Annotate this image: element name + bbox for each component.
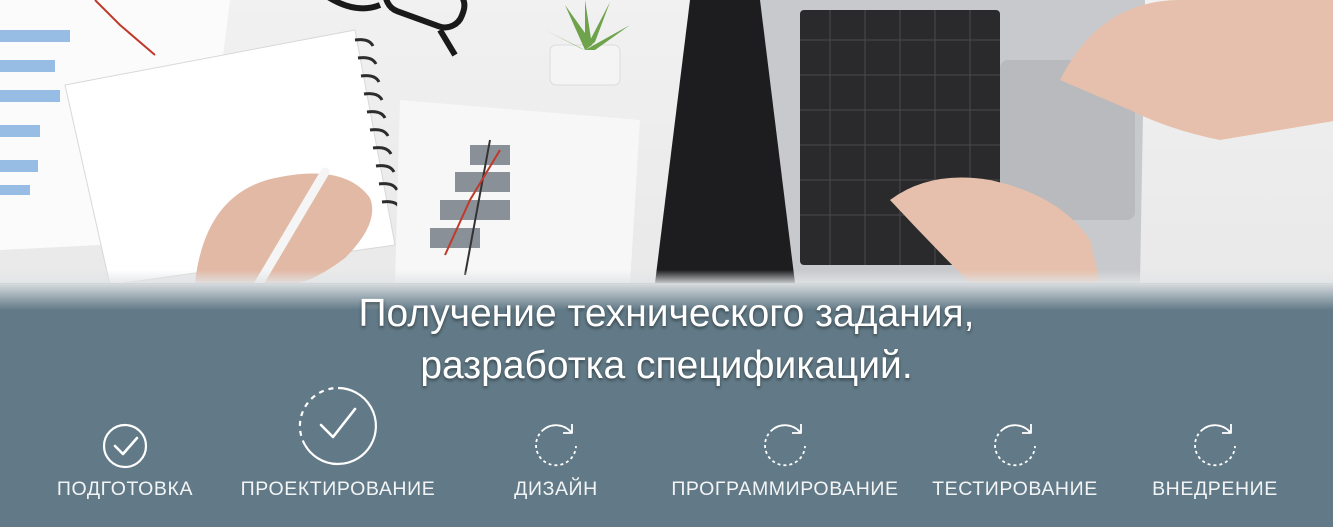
plant (545, 0, 630, 86)
step-label: ПРОЕКТИРОВАНИЕ (240, 478, 436, 500)
refresh-icon (764, 424, 806, 467)
stage-title-line-1: Получение технического задания, (358, 292, 975, 335)
refresh-icon (994, 424, 1036, 467)
step-label: ВНЕДРЕНИЕ (1152, 478, 1278, 500)
hero-photo (0, 0, 1333, 283)
step-vnedrenie[interactable]: ВНЕДРЕНИЕ (1140, 380, 1290, 527)
step-label: ПОДГОТОВКА (56, 478, 194, 500)
refresh-icon (535, 424, 577, 467)
stage-title: Получение технического задания, разработ… (0, 288, 1333, 392)
step-label: ДИЗАЙН (514, 478, 598, 500)
step-proektirovanie[interactable]: ПРОЕКТИРОВАНИЕ (228, 380, 448, 527)
desk-photo-illustration (0, 0, 1333, 283)
step-programmirovanie[interactable]: ПРОГРАММИРОВАНИЕ (655, 380, 915, 527)
process-steps: ПОДГОТОВКА ПРОЕКТИРОВАНИЕ ДИЗАЙН ПРОГРАМ… (0, 380, 1333, 527)
step-testirovanie[interactable]: ТЕСТИРОВАНИЕ (920, 380, 1110, 527)
check-circle-icon (102, 423, 148, 469)
refresh-icon (1194, 424, 1236, 467)
check-dashed-circle-icon (298, 386, 377, 466)
report-paper (395, 100, 640, 283)
step-podgotovka[interactable]: ПОДГОТОВКА (40, 380, 210, 527)
step-label: ТЕСТИРОВАНИЕ (932, 478, 1098, 500)
step-label: ПРОГРАММИРОВАНИЕ (671, 478, 899, 500)
step-dizain[interactable]: ДИЗАЙН (486, 380, 626, 527)
